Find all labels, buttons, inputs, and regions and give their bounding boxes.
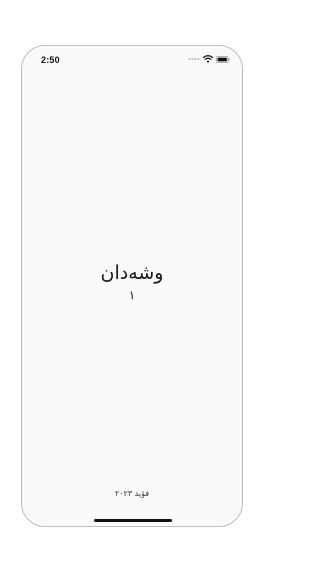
- app-title: وشەدان: [100, 262, 164, 284]
- wifi-icon: [203, 55, 213, 63]
- signal-dots-icon: [188, 56, 200, 62]
- status-icons: [188, 55, 230, 63]
- battery-icon: [216, 55, 230, 63]
- app-subtitle: ١: [128, 288, 136, 302]
- phone-screen: 2:50 وشەدان ١ فۆید ٢٠٢٣: [21, 45, 243, 527]
- status-bar: 2:50: [22, 46, 242, 74]
- status-time: 2:50: [41, 55, 60, 65]
- screenshot-stage: 2:50 وشەدان ١ فۆید ٢٠٢٣: [0, 0, 265, 574]
- footer-text: فۆید ٢٠٢٣: [114, 489, 150, 498]
- main-content: وشەدان ١: [22, 261, 242, 303]
- home-indicator[interactable]: [94, 519, 172, 522]
